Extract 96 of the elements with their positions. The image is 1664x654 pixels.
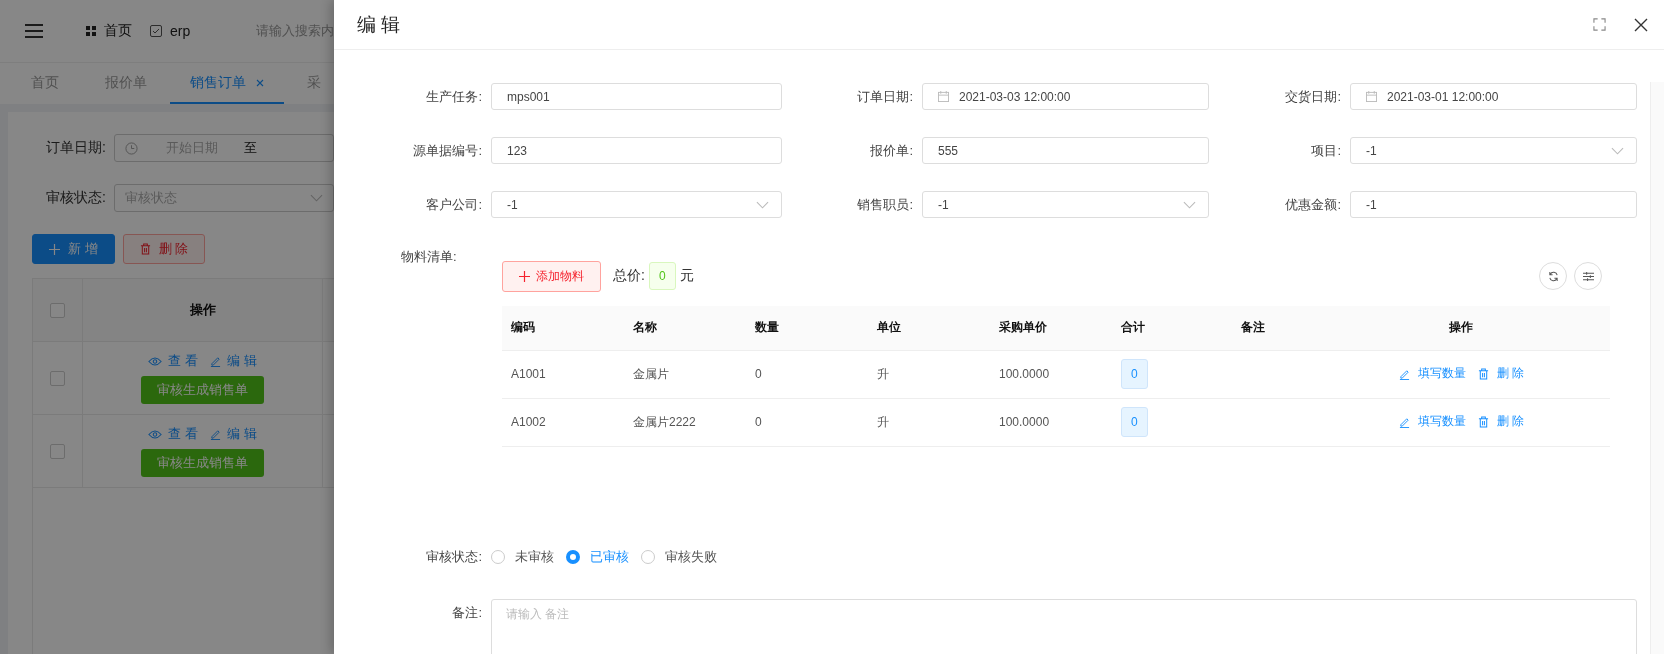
trash-icon: [1477, 415, 1489, 428]
pencil-icon: [1398, 415, 1410, 428]
fill-quantity-link[interactable]: 填写数量: [1398, 365, 1466, 383]
table-cell: 金属片2222: [624, 398, 746, 446]
total-value: 0: [648, 262, 676, 290]
drawer-title: 编 辑: [357, 12, 401, 37]
field-label: 销售职员:: [856, 196, 914, 214]
select-field[interactable]: -1: [922, 191, 1209, 218]
currency-label: 元: [679, 267, 694, 285]
close-icon[interactable]: [1634, 17, 1648, 32]
approve-button[interactable]: 审核生成销售单: [141, 376, 264, 404]
total-tag: 0: [1121, 359, 1148, 389]
view-link[interactable]: 查 看: [148, 425, 198, 443]
fullscreen-icon[interactable]: [1593, 18, 1606, 31]
column-header: 编码: [502, 306, 624, 350]
chevron-icon: [756, 200, 769, 209]
date-field[interactable]: 2021-03-01 12:00:00: [1350, 83, 1637, 110]
chevron-icon: [1183, 200, 1196, 209]
approve-button[interactable]: 审核生成销售单: [141, 449, 264, 477]
column-header: 单位: [868, 306, 990, 350]
field-label: 优惠金额:: [1284, 196, 1342, 214]
menu-icon[interactable]: [24, 23, 44, 39]
select-field[interactable]: -1: [491, 191, 782, 218]
refresh-icon: [1547, 270, 1559, 282]
checkbox-icon: [150, 25, 162, 37]
column-header: 操作: [189, 301, 216, 319]
radio-option[interactable]: 审核失败: [641, 547, 717, 566]
field-label: 报价单:: [869, 142, 914, 160]
column-header: 操作: [1312, 306, 1610, 350]
table-cell: 0: [746, 350, 868, 398]
field-label: 项目:: [1310, 142, 1342, 160]
plus-icon: [49, 243, 60, 255]
chevron-icon: [1611, 146, 1624, 155]
add-button[interactable]: 新 增: [32, 234, 115, 264]
checkbox[interactable]: [50, 443, 65, 459]
column-header: 采购单价: [990, 306, 1112, 350]
eye-icon: [148, 429, 163, 439]
field-label: 审核状态:: [425, 548, 483, 566]
table-cell: 升: [868, 398, 990, 446]
plus-icon: [519, 270, 530, 282]
table-cell: 0: [746, 398, 868, 446]
input-field[interactable]: mps001: [491, 83, 782, 110]
tab[interactable]: 销售订单: [170, 63, 284, 104]
date-field[interactable]: 2021-03-03 12:00:00: [922, 83, 1209, 110]
input-field[interactable]: -1: [1350, 191, 1637, 218]
radio-option[interactable]: 未审核: [491, 547, 554, 566]
calendar-icon: [938, 91, 949, 102]
field-label: 订单日期:: [856, 88, 914, 106]
field-label: 源单据编号:: [412, 142, 483, 160]
breadcrumb-link[interactable]: 首页: [104, 22, 132, 40]
edit-link[interactable]: 编 辑: [210, 352, 257, 370]
checkbox[interactable]: [50, 302, 65, 318]
view-link[interactable]: 查 看: [148, 352, 198, 370]
field-label: 备注:: [451, 603, 483, 622]
breadcrumb-link[interactable]: erp: [170, 23, 191, 39]
eye-icon: [148, 356, 163, 366]
remark-field[interactable]: 请输入 备注: [491, 598, 1637, 654]
field-label: 物料清单:: [400, 248, 458, 266]
select-field[interactable]: -1: [1350, 137, 1637, 164]
pencil-icon: [210, 428, 221, 440]
grid-icon: [86, 26, 96, 36]
table-cell: 100.0000: [990, 398, 1112, 446]
edit-link[interactable]: 编 辑: [210, 425, 257, 443]
column-header: 名称: [624, 306, 746, 350]
table-cell: A1002: [502, 398, 624, 446]
input-field[interactable]: 123: [491, 137, 782, 164]
table-cell: 升: [868, 350, 990, 398]
input-field[interactable]: 555: [922, 137, 1209, 164]
trash-icon: [1477, 367, 1489, 380]
column-header: 备注: [1232, 306, 1313, 350]
table-cell: 金属片: [624, 350, 746, 398]
table-cell: A1001: [502, 350, 624, 398]
delete-button[interactable]: 删 除: [122, 234, 206, 264]
total-tag: 0: [1121, 407, 1148, 437]
checkbox[interactable]: [50, 370, 65, 386]
radio-option[interactable]: 已审核: [566, 547, 629, 566]
field-label: 客户公司:: [425, 196, 483, 214]
field-label: 交货日期:: [1284, 88, 1342, 106]
trash-icon: [139, 243, 151, 255]
column-header: 合计: [1112, 306, 1232, 350]
sliders-icon: [1582, 270, 1594, 282]
table-cell: 100.0000: [990, 350, 1112, 398]
fill-quantity-link[interactable]: 填写数量: [1398, 413, 1466, 431]
filter-label: 订单日期:: [45, 139, 107, 157]
calendar-icon: [1366, 91, 1377, 102]
clock-icon: [125, 141, 138, 155]
delete-link[interactable]: 删 除: [1477, 365, 1524, 383]
delete-link[interactable]: 删 除: [1477, 413, 1524, 431]
add-material-button[interactable]: 添加物料: [502, 260, 601, 292]
column-header: 数量: [746, 306, 868, 350]
filter-label: 审核状态:: [45, 189, 107, 207]
field-label: 生产任务:: [425, 88, 483, 106]
pencil-icon: [1398, 367, 1410, 380]
pencil-icon: [210, 355, 221, 367]
chevron-icon: [310, 194, 323, 202]
total-label: 总价:: [613, 267, 645, 285]
